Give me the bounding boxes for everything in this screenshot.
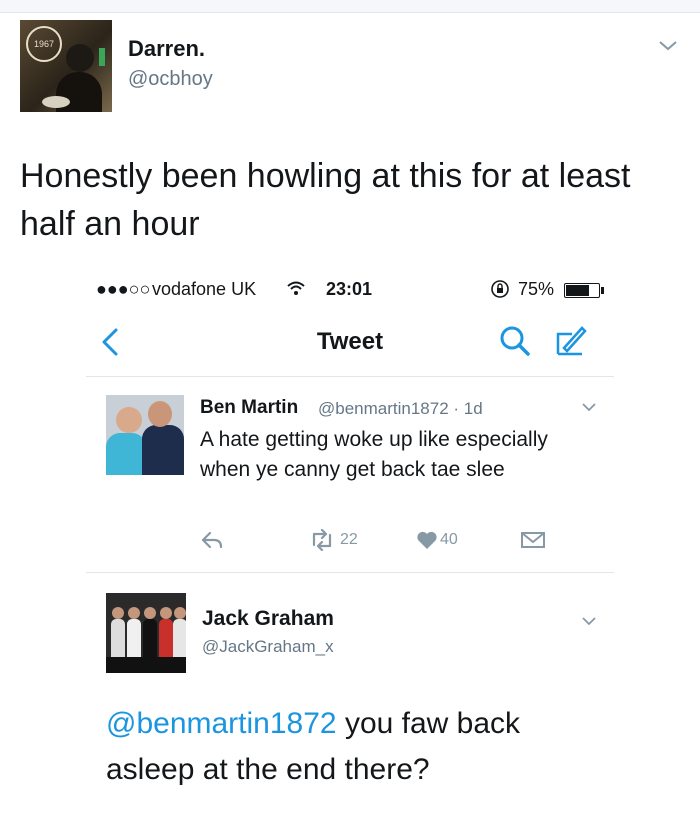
avatar-person-head (160, 607, 172, 619)
retweet-count: 22 (340, 531, 358, 548)
author-handle[interactable]: @ocbhoy (128, 68, 213, 91)
embedded-screenshot: ●●●○○ vodafone UK 23:01 75% Tweet Ben Ma… (86, 270, 614, 815)
tweet-actions: 22 40 (200, 527, 600, 557)
author-handle[interactable]: @JackGraham_x (202, 637, 334, 657)
chevron-down-icon[interactable] (580, 615, 598, 627)
retweet-icon[interactable] (308, 529, 336, 551)
avatar-person-head (112, 607, 124, 619)
avatar-person-head (144, 607, 156, 619)
bottle-icon (99, 48, 105, 66)
avatar-person-head (148, 401, 172, 427)
mention-link[interactable]: @benmartin1872 (106, 707, 337, 740)
nav-title: Tweet (316, 328, 384, 355)
author-name[interactable]: Ben Martin (200, 397, 298, 419)
tweet-text: Honestly been howling at this for at lea… (20, 157, 631, 243)
like-count: 40 (440, 531, 458, 548)
status-bar: ●●●○○ vodafone UK 23:01 75% (86, 270, 614, 308)
heart-icon[interactable] (416, 530, 438, 550)
wifi-icon (287, 281, 305, 295)
tweet-card[interactable]: Ben Martin @benmartin1872 · 1d A hate ge… (86, 377, 614, 573)
avatar[interactable]: 1967 (20, 20, 112, 112)
rotation-lock-icon (491, 280, 509, 298)
glass-icon (42, 96, 70, 108)
avatar-person-body (142, 425, 184, 475)
avatar-person-body (111, 619, 125, 657)
nav-bar: Tweet (86, 308, 614, 377)
chevron-down-icon[interactable] (654, 36, 682, 56)
avatar-person-head (128, 607, 140, 619)
avatar-person-body (143, 619, 157, 657)
avatar-person-body (173, 619, 186, 657)
battery-fill (566, 285, 589, 296)
avatar-person-head (66, 44, 94, 72)
search-icon[interactable] (498, 324, 532, 358)
chevron-down-icon[interactable] (580, 401, 598, 413)
author-name[interactable]: Jack Graham (202, 607, 334, 631)
compose-icon[interactable] (554, 324, 588, 358)
status-time: 23:01 (326, 279, 373, 299)
avatar-person-body (106, 433, 146, 475)
avatar-person-head (174, 607, 186, 619)
signal-icon: ●●●○○ (96, 279, 151, 299)
avatar-person-body (127, 619, 141, 657)
tweet-text: A hate getting woke up like especially w… (200, 428, 548, 481)
avatar[interactable] (106, 395, 184, 475)
reply-icon[interactable] (200, 529, 224, 551)
avatar-person-body (159, 619, 173, 657)
battery-icon (564, 283, 604, 298)
direct-message-icon[interactable] (520, 531, 546, 549)
reply-text: @benmartin1872 you faw back asleep at th… (106, 701, 596, 793)
carrier-label: vodafone UK (152, 279, 257, 299)
battery-nub (601, 287, 604, 294)
battery-percent: 75% (518, 279, 555, 299)
author-handle-time[interactable]: @benmartin1872 · 1d (318, 399, 483, 419)
avatar[interactable] (106, 593, 186, 673)
author-name[interactable]: Darren. (128, 36, 205, 62)
avatar-floor (106, 657, 186, 673)
top-divider (0, 0, 700, 13)
crest-icon: 1967 (26, 26, 62, 62)
avatar-person-head (116, 407, 142, 433)
reply-card[interactable]: Jack Graham @JackGraham_x @benmartin1872… (86, 573, 614, 815)
